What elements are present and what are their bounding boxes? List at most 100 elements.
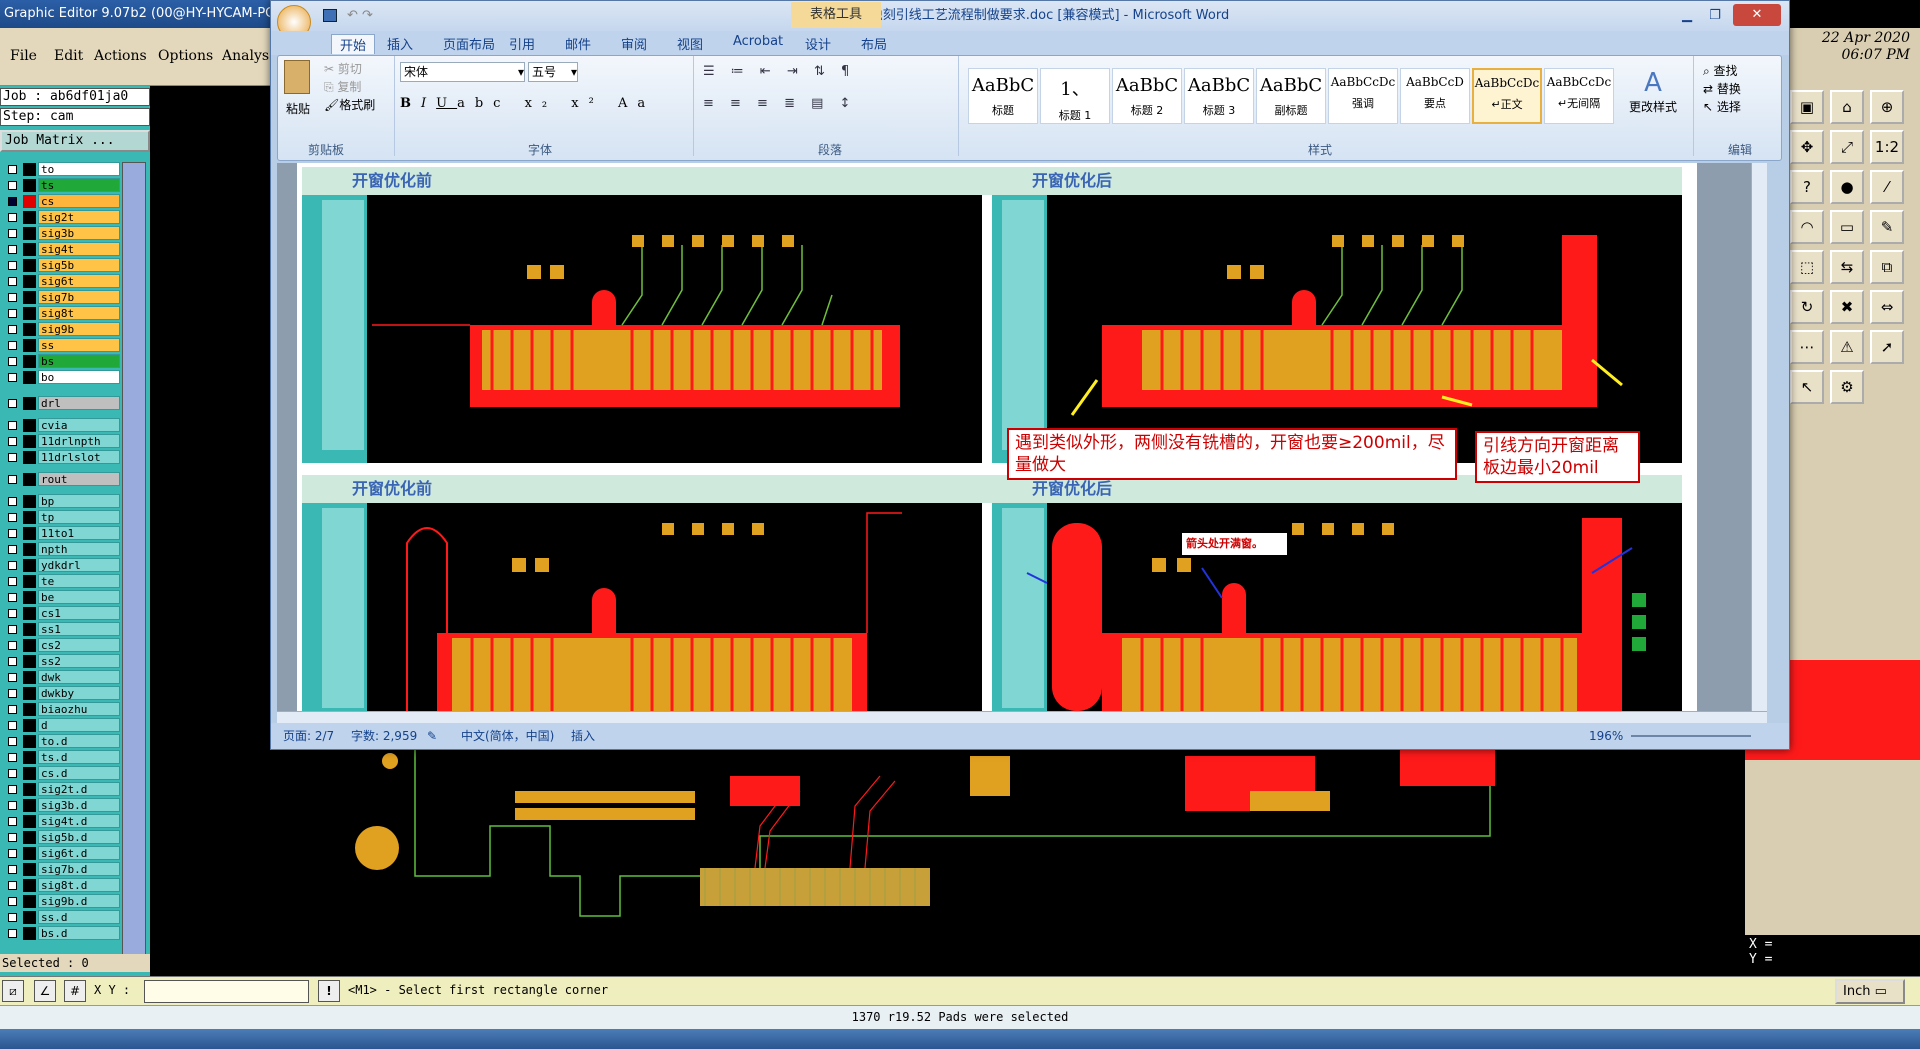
layer-row[interactable]: sig6t.d — [2, 846, 120, 861]
layer-checkbox[interactable] — [8, 421, 17, 430]
layer-color-swatch[interactable] — [23, 371, 36, 384]
snap-icon[interactable]: ⋯ — [1790, 330, 1824, 364]
layer-row[interactable]: ts — [2, 178, 120, 193]
help-icon[interactable]: ? — [1790, 170, 1824, 204]
copy-icon[interactable]: ⧉ — [1870, 250, 1904, 284]
layer-row[interactable]: bp — [2, 494, 120, 509]
layer-row[interactable]: 11drlnpth — [2, 434, 120, 449]
layer-checkbox[interactable] — [8, 705, 17, 714]
style-option[interactable]: AaBbCcDc 强调 — [1328, 68, 1398, 124]
layer-color-swatch[interactable] — [23, 291, 36, 304]
layer-row[interactable]: sig8t.d — [2, 878, 120, 893]
language-indicator[interactable]: 中文(简体，中国) — [461, 723, 554, 749]
layer-checkbox[interactable] — [8, 801, 17, 810]
layer-checkbox[interactable] — [8, 753, 17, 762]
layer-color-swatch[interactable] — [23, 847, 36, 860]
maximize-icon[interactable]: ❐ — [1703, 1, 1727, 31]
paste-button[interactable]: 粘贴 — [286, 100, 310, 117]
layer-color-swatch[interactable] — [23, 735, 36, 748]
menu-options[interactable]: Options — [158, 48, 213, 64]
layer-row[interactable]: 11to1 — [2, 526, 120, 541]
ribbon-tab[interactable]: 审阅 — [621, 34, 647, 53]
proofing-icon[interactable]: ✎ — [427, 723, 437, 749]
layer-color-swatch[interactable] — [23, 607, 36, 620]
layer-row[interactable]: sig8t — [2, 306, 120, 321]
select-button[interactable]: ↖ 选择 — [1703, 98, 1741, 115]
layer-color-swatch[interactable] — [23, 895, 36, 908]
insert-mode[interactable]: 插入 — [571, 723, 595, 749]
layer-row[interactable]: sig3b.d — [2, 798, 120, 813]
close-icon[interactable]: ✕ — [1733, 4, 1781, 26]
layer-row[interactable]: drl — [2, 396, 120, 411]
save-icon[interactable]: ▣ — [1790, 90, 1824, 124]
layer-color-swatch[interactable] — [23, 831, 36, 844]
layer-row[interactable]: sig4t — [2, 242, 120, 257]
layer-row[interactable]: dwk — [2, 670, 120, 685]
vertical-scrollbar[interactable] — [1751, 163, 1767, 711]
layer-color-swatch[interactable] — [23, 815, 36, 828]
layer-color-swatch[interactable] — [23, 719, 36, 732]
layer-color-swatch[interactable] — [23, 655, 36, 668]
ribbon-tab[interactable]: 邮件 — [565, 34, 591, 53]
layer-row[interactable]: sig9b — [2, 322, 120, 337]
font-size-select[interactable]: 五号 ▾ — [528, 62, 578, 82]
layer-row[interactable]: d — [2, 718, 120, 733]
find-button[interactable]: ⌕ 查找 — [1703, 62, 1738, 79]
copy-button[interactable]: ⎘ 复制 — [324, 78, 361, 95]
layer-color-swatch[interactable] — [23, 275, 36, 288]
layer-color-swatch[interactable] — [23, 495, 36, 508]
ribbon-tab[interactable]: 设计 — [805, 34, 831, 53]
layer-color-swatch[interactable] — [23, 323, 36, 336]
layer-row[interactable]: sig6t — [2, 274, 120, 289]
layer-color-swatch[interactable] — [23, 211, 36, 224]
layer-row[interactable]: cs — [2, 194, 120, 209]
layer-row[interactable]: rout — [2, 472, 120, 487]
menu-analysis[interactable]: Analys — [222, 48, 269, 64]
layer-checkbox[interactable] — [8, 593, 17, 602]
layer-row[interactable]: biaozhu — [2, 702, 120, 717]
layer-checkbox[interactable] — [8, 881, 17, 890]
layer-checkbox[interactable] — [8, 817, 17, 826]
layer-row[interactable]: cs2 — [2, 638, 120, 653]
layer-checkbox[interactable] — [8, 197, 17, 206]
layer-checkbox[interactable] — [8, 293, 17, 302]
layer-checkbox[interactable] — [8, 357, 17, 366]
ratio-icon[interactable]: 1:2 — [1870, 130, 1904, 164]
layer-checkbox[interactable] — [8, 689, 17, 698]
layer-color-swatch[interactable] — [23, 179, 36, 192]
style-option[interactable]: AaBbC 标题 — [968, 68, 1038, 124]
menu-file[interactable]: File — [10, 48, 37, 64]
layer-row[interactable]: sig7b.d — [2, 862, 120, 877]
layer-row[interactable]: tp — [2, 510, 120, 525]
layer-color-swatch[interactable] — [23, 451, 36, 464]
job-matrix-button[interactable]: Job Matrix ... — [0, 130, 150, 152]
ribbon-tab[interactable]: 引用 — [509, 34, 535, 53]
gear-icon[interactable]: ⚙ — [1830, 370, 1864, 404]
layer-color-swatch[interactable] — [23, 397, 36, 410]
cursor-icon[interactable]: ↖ — [1790, 370, 1824, 404]
layer-color-swatch[interactable] — [23, 195, 36, 208]
word-count[interactable]: 字数: 2,959 — [351, 723, 417, 749]
layer-row[interactable]: to.d — [2, 734, 120, 749]
layer-row[interactable]: bs.d — [2, 926, 120, 941]
layer-color-swatch[interactable] — [23, 435, 36, 448]
style-option[interactable]: AaBbC 标题 2 — [1112, 68, 1182, 124]
layer-row[interactable]: ss1 — [2, 622, 120, 637]
units-select[interactable]: Inch ▭ — [1835, 979, 1905, 1004]
layer-checkbox[interactable] — [8, 165, 17, 174]
ribbon-tab[interactable]: Acrobat — [733, 34, 783, 49]
layer-checkbox[interactable] — [8, 657, 17, 666]
layer-color-swatch[interactable] — [23, 339, 36, 352]
arc-icon[interactable]: ◠ — [1790, 210, 1824, 244]
change-styles-button[interactable]: A 更改样式 — [1623, 68, 1683, 115]
zoom-slider[interactable] — [1631, 735, 1751, 737]
layer-color-swatch[interactable] — [23, 543, 36, 556]
layer-checkbox[interactable] — [8, 913, 17, 922]
layer-color-swatch[interactable] — [23, 163, 36, 176]
measure-icon[interactable]: ⇔ — [1870, 290, 1904, 324]
ribbon-tab[interactable]: 视图 — [677, 34, 703, 53]
pan-icon[interactable]: ✥ — [1790, 130, 1824, 164]
layer-row[interactable]: ss2 — [2, 654, 120, 669]
layer-checkbox[interactable] — [8, 769, 17, 778]
layer-row[interactable]: ss.d — [2, 910, 120, 925]
